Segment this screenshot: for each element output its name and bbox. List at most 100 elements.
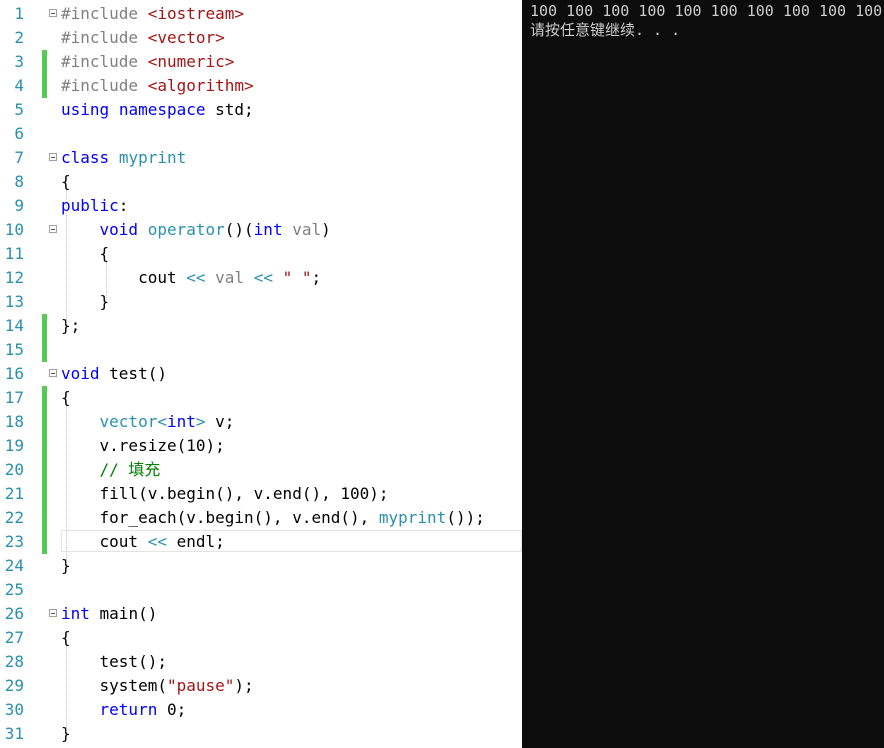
code-line[interactable]: 4 #include <algorithm> [0, 74, 522, 98]
change-indicator [42, 410, 47, 434]
line-number: 7 [14, 148, 24, 167]
line-number: 5 [14, 100, 24, 119]
code-text: } [61, 292, 110, 311]
line-number: 27 [4, 628, 24, 647]
code-text: // 填充 [99, 460, 161, 479]
change-indicator [42, 74, 47, 98]
code-line[interactable]: 7 class myprint [0, 146, 522, 170]
indent-guide [66, 406, 67, 564]
console-output-line: 100 100 100 100 100 100 100 100 100 100 [530, 2, 883, 20]
code-line[interactable]: 12 cout << val << " "; [0, 266, 522, 290]
line-number: 22 [4, 508, 24, 527]
line-number: 29 [4, 676, 24, 695]
code-text: void test() [61, 364, 167, 383]
line-number: 19 [4, 436, 24, 455]
code-line[interactable]: 14}; [0, 314, 522, 338]
code-text: int main() [61, 604, 158, 623]
code-line[interactable]: 24} [0, 554, 522, 578]
line-number: 25 [4, 580, 24, 599]
code-line[interactable]: 15 [0, 338, 522, 362]
code-line[interactable]: 23 cout << endl; [0, 530, 522, 554]
line-number: 18 [4, 412, 24, 431]
code-line[interactable]: 11 { [0, 242, 522, 266]
line-number: 4 [14, 76, 24, 95]
code-text: { [61, 244, 110, 263]
code-line[interactable]: 25 [0, 578, 522, 602]
code-line[interactable]: 6 [0, 122, 522, 146]
line-number: 13 [4, 292, 24, 311]
line-number: 14 [4, 316, 24, 335]
line-number: 6 [14, 124, 24, 143]
code-line[interactable]: 5 using namespace std; [0, 98, 522, 122]
code-text: void operator()(int val) [99, 220, 331, 239]
code-text: test(); [61, 652, 167, 671]
code-text: cout << val << " "; [61, 268, 322, 287]
console-pause-message: 请按任意键继续. . . [530, 21, 681, 39]
change-indicator [42, 530, 47, 554]
code-line[interactable]: 26 int main() [0, 602, 522, 626]
collapse-icon[interactable] [49, 153, 57, 161]
code-line[interactable]: 29 system("pause"); [0, 674, 522, 698]
line-number: 10 [4, 220, 24, 239]
code-text: for_each(v.begin(), v.end(), myprint()); [61, 508, 485, 527]
change-indicator [42, 506, 47, 530]
code-line[interactable]: 2 #include <vector> [0, 26, 522, 50]
code-text: #include <vector> [61, 28, 225, 47]
code-line[interactable]: 3 #include <numeric> [0, 50, 522, 74]
collapse-icon[interactable] [49, 9, 57, 17]
code-text: public: [61, 196, 129, 215]
code-text: system("pause"); [61, 676, 254, 695]
line-number: 2 [14, 28, 24, 47]
collapse-icon[interactable] [49, 609, 57, 617]
code-line[interactable]: 1 #include <iostream> [0, 2, 522, 26]
code-text: using namespace std; [61, 100, 254, 119]
line-number: 17 [4, 388, 24, 407]
line-number: 30 [4, 700, 24, 719]
code-line[interactable]: 10 void operator()(int val) [0, 218, 522, 242]
code-line[interactable]: 19 v.resize(10); [0, 434, 522, 458]
code-editor[interactable]: 1 #include <iostream> 2 #include <vector> 3 #… [0, 0, 522, 748]
code-line[interactable]: 20 // 填充 [0, 458, 522, 482]
code-line[interactable]: 16 void test() [0, 362, 522, 386]
line-number: 1 [14, 4, 24, 23]
line-number: 28 [4, 652, 24, 671]
code-text: cout << endl; [61, 532, 225, 551]
code-line[interactable]: 27{ [0, 626, 522, 650]
change-indicator [42, 314, 47, 338]
code-text: #include <algorithm> [61, 76, 254, 95]
change-indicator [42, 50, 47, 74]
code-text: v.resize(10); [61, 436, 225, 455]
line-number: 21 [4, 484, 24, 503]
code-line[interactable]: 8{ [0, 170, 522, 194]
line-number: 12 [4, 268, 24, 287]
code-line[interactable]: 17{ [0, 386, 522, 410]
code-text: class myprint [61, 148, 187, 167]
code-line[interactable]: 13 } [0, 290, 522, 314]
code-text: }; [61, 316, 81, 335]
code-line[interactable]: 9 public: [0, 194, 522, 218]
change-indicator [42, 458, 47, 482]
line-number: 8 [14, 172, 24, 191]
line-number: 26 [4, 604, 24, 623]
line-number: 9 [14, 196, 24, 215]
change-indicator [42, 434, 47, 458]
code-line[interactable]: 21 fill(v.begin(), v.end(), 100); [0, 482, 522, 506]
code-line[interactable]: 18 vector<int> v; [0, 410, 522, 434]
code-line[interactable]: 22 for_each(v.begin(), v.end(), myprint(… [0, 506, 522, 530]
code-text: fill(v.begin(), v.end(), 100); [61, 484, 389, 503]
code-text: #include <iostream> [61, 4, 245, 23]
code-line[interactable]: 30 return 0; [0, 698, 522, 722]
change-indicator [42, 338, 47, 362]
change-indicator [42, 482, 47, 506]
line-number: 23 [4, 532, 24, 551]
indent-guide [66, 646, 67, 732]
code-text: vector<int> v; [99, 412, 235, 431]
code-text: return 0; [99, 700, 187, 719]
line-number: 31 [4, 724, 24, 743]
line-number: 15 [4, 340, 24, 359]
code-line[interactable]: 31} [0, 722, 522, 746]
collapse-icon[interactable] [49, 225, 57, 233]
code-line[interactable]: 28 test(); [0, 650, 522, 674]
collapse-icon[interactable] [49, 369, 57, 377]
console-window[interactable] [522, 0, 884, 748]
